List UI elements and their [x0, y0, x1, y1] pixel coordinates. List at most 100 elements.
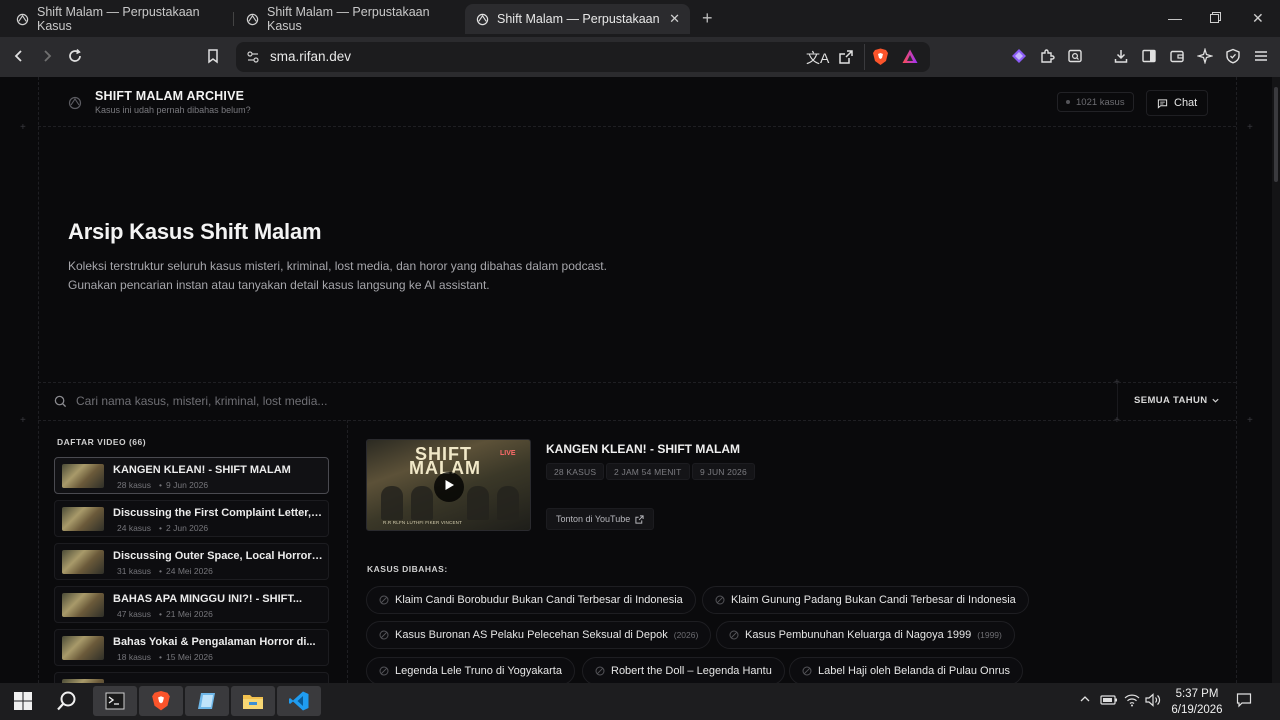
main-menu-icon[interactable] — [1250, 45, 1272, 67]
case-name: Klaim Candi Borobudur Bukan Candi Terbes… — [395, 594, 683, 606]
play-button[interactable] — [434, 472, 464, 502]
case-pill[interactable]: Kasus Buronan AS Pelaku Pelecehan Seksua… — [366, 621, 712, 649]
grid-plus-mark: + — [1114, 377, 1120, 388]
video-title: BAHAS APA MINGGU INI?! - SHIFT... — [113, 593, 303, 605]
site-settings-icon[interactable] — [246, 50, 260, 69]
url-text[interactable]: sma.rifan.dev — [270, 49, 351, 64]
grid-line — [347, 420, 348, 683]
case-pill[interactable]: Klaim Gunung Padang Bukan Candi Terbesar… — [702, 586, 1029, 614]
video-case-count: 24 kasus — [117, 523, 152, 533]
show-hidden-icons-icon[interactable] — [1079, 693, 1091, 705]
close-window-icon[interactable]: ✕ — [1252, 10, 1264, 27]
terminal-app-icon[interactable] — [93, 686, 137, 716]
vpn-shield-icon[interactable] — [1222, 45, 1244, 67]
forward-arrow-icon[interactable] — [36, 45, 58, 67]
description-line: Gunakan pencarian instan atau tanyakan d… — [68, 278, 490, 292]
video-meta: 31 kasus • 24 Mei 2026 — [117, 566, 213, 576]
video-list-item[interactable]: BAHAS APA MINGGU INI?! - SHIFT... 47 kas… — [54, 586, 329, 623]
video-list-item[interactable]: Discussing the First Complaint Letter, t… — [54, 500, 329, 537]
battery-icon[interactable] — [1100, 693, 1118, 707]
new-tab-button[interactable]: + — [702, 8, 713, 29]
video-thumbnail-large[interactable]: SHIFT MALAM LIVE R.R RLFN LUTHFI FIKER V… — [366, 439, 531, 531]
back-arrow-icon[interactable] — [8, 45, 30, 67]
browser-tab-3-active[interactable]: Shift Malam — Perpustakaan Kasus ✕ — [465, 4, 690, 34]
notifications-icon[interactable] — [1236, 692, 1252, 708]
extensions-icon[interactable] — [1036, 45, 1058, 67]
video-detail-title: KANGEN KLEAN! - SHIFT MALAM — [546, 442, 740, 456]
case-icon — [729, 630, 739, 640]
grid-plus-mark: + — [1247, 415, 1253, 426]
case-pill[interactable]: Robert the Doll – Legenda Hantu — [582, 657, 785, 683]
case-count-chip: 28 KASUS — [546, 463, 605, 480]
brave-browser-app-icon[interactable] — [139, 686, 183, 716]
ai-sparkle-icon[interactable] — [1194, 45, 1216, 67]
case-name: Label Haji oleh Belanda di Pulau Onrus — [818, 665, 1011, 677]
browser-tab-2[interactable]: Shift Malam — Perpustakaan Kasus — [236, 4, 460, 34]
duration-chip: 2 JAM 54 MENIT — [606, 463, 690, 480]
video-list-item[interactable]: Discussing Outer Space, Local Horror &..… — [54, 543, 329, 580]
scrollbar-thumb[interactable] — [1274, 87, 1278, 182]
brave-shields-icon[interactable] — [872, 48, 889, 71]
bookmark-icon[interactable] — [202, 45, 224, 67]
system-clock[interactable]: 5:37 PM 6/19/2026 — [1170, 686, 1224, 718]
wifi-icon[interactable] — [1124, 693, 1140, 707]
address-bar[interactable]: sma.rifan.dev 文A — [236, 42, 930, 72]
video-case-count: 31 kasus — [117, 566, 152, 576]
search-input[interactable] — [76, 389, 976, 413]
chat-button[interactable]: Chat — [1146, 90, 1209, 116]
volume-icon[interactable] — [1145, 693, 1162, 707]
address-bar-divider — [864, 44, 865, 70]
browser-tab-title: Shift Malam — Perpustakaan Kasus — [37, 5, 200, 33]
case-pill[interactable]: Klaim Candi Borobudur Bukan Candi Terbes… — [366, 586, 696, 614]
brave-rewards-icon[interactable] — [902, 49, 918, 69]
year-filter-dropdown[interactable]: SEMUA TAHUN — [1134, 395, 1220, 406]
video-meta: 28 kasus • 9 Jun 2026 — [117, 480, 209, 490]
case-year: (1999) — [977, 630, 1002, 640]
reader-mode-icon[interactable] — [1064, 45, 1086, 67]
maximize-window-icon[interactable] — [1210, 10, 1221, 26]
external-link-icon — [635, 514, 644, 524]
video-thumbnail — [62, 464, 104, 488]
wallet-icon[interactable] — [1166, 45, 1188, 67]
grid-line — [1236, 77, 1237, 683]
minimize-window-icon[interactable]: — — [1168, 10, 1182, 26]
browser-tab-1[interactable]: Shift Malam — Perpustakaan Kasus — [6, 4, 230, 34]
thumbnail-host-names: R.R RLFN LUTHFI FIKER VINCENT — [383, 520, 463, 525]
share-icon[interactable] — [838, 49, 854, 70]
reload-icon[interactable] — [64, 45, 86, 67]
video-title: Discussing the First Complaint Letter, t… — [113, 507, 323, 519]
video-case-count: 47 kasus — [117, 609, 152, 619]
video-title: Bahas Yokai & Pengalaman Horror di... — [113, 636, 316, 648]
brand-title[interactable]: SHIFT MALAM ARCHIVE — [95, 89, 244, 103]
vscode-app-icon[interactable] — [277, 686, 321, 716]
case-count-text: 1021 kasus — [1076, 96, 1125, 108]
video-meta: 18 kasus • 15 Mei 2026 — [117, 652, 213, 662]
grid-plus-mark: + — [1247, 122, 1253, 133]
clock-date: 6/19/2026 — [1171, 704, 1223, 716]
case-pill[interactable]: Kasus Pembunuhan Keluarga di Nagoya 1999… — [716, 621, 1015, 649]
site-favicon-icon — [246, 12, 259, 26]
video-date: 15 Mei 2026 — [166, 652, 213, 662]
watch-youtube-button[interactable]: Tonton di YouTube — [546, 508, 655, 530]
file-explorer-app-icon[interactable] — [231, 686, 275, 716]
case-pill[interactable]: Legenda Lele Truno di Yogyakarta — [366, 657, 575, 683]
leo-ai-icon[interactable] — [1008, 45, 1030, 67]
page-scrollbar[interactable] — [1272, 77, 1280, 683]
notepad-app-icon[interactable] — [185, 686, 229, 716]
case-pill[interactable]: Label Haji oleh Belanda di Pulau Onrus — [789, 657, 1024, 683]
taskbar-search-icon[interactable] — [52, 686, 82, 716]
translate-icon[interactable]: 文A — [806, 48, 829, 68]
video-list-item[interactable]: KANGEN KLEAN! - SHIFT MALAM 28 kasus • 9 J… — [54, 457, 329, 494]
case-icon — [802, 666, 812, 676]
brand-subtitle: Kasus ini udah pernah dibahas belum? — [95, 105, 251, 115]
close-tab-icon[interactable]: ✕ — [669, 11, 680, 27]
grid-plus-mark: + — [20, 415, 26, 426]
browser-tab-bar: Shift Malam — Perpustakaan Kasus Shift M… — [0, 0, 1280, 37]
case-year: (2026) — [673, 630, 699, 640]
sidebar-toggle-icon[interactable] — [1138, 45, 1160, 67]
downloads-icon[interactable] — [1110, 45, 1132, 67]
windows-start-icon[interactable] — [8, 686, 38, 716]
video-list-item[interactable] — [54, 672, 329, 683]
video-list-item[interactable]: Bahas Yokai & Pengalaman Horror di... 18… — [54, 629, 329, 666]
case-name: Kasus Buronan AS Pelaku Pelecehan Seksua… — [395, 629, 668, 641]
